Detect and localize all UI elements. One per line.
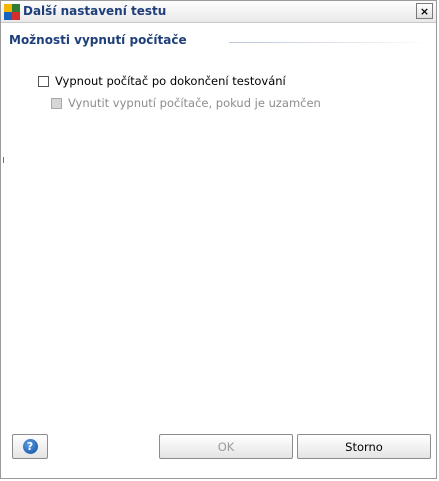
help-button[interactable]: ? xyxy=(12,434,48,459)
shutdown-option-label: Vypnout počítač po dokončení testování xyxy=(55,74,286,88)
app-logo-icon xyxy=(4,4,20,20)
force-shutdown-option: Vynutit vypnutí počítače, pokud je uzamč… xyxy=(51,96,321,110)
dialog-window: Další nastavení testu × Možnosti vypnutí… xyxy=(0,0,437,479)
cancel-button[interactable]: Storno xyxy=(297,434,431,459)
title-bar[interactable]: Další nastavení testu × xyxy=(1,1,436,23)
close-icon: × xyxy=(419,4,430,18)
close-button[interactable]: × xyxy=(416,3,433,19)
shutdown-checkbox[interactable] xyxy=(38,75,49,87)
help-question-icon: ? xyxy=(22,439,38,454)
force-shutdown-option-label: Vynutit vypnutí počítače, pokud je uzamč… xyxy=(68,96,321,110)
section-title: Možnosti vypnutí počítače xyxy=(9,33,187,47)
window-title: Další nastavení testu xyxy=(23,4,167,18)
section-divider xyxy=(229,42,429,43)
ok-button[interactable]: OK xyxy=(159,434,293,459)
force-shutdown-checkbox xyxy=(51,97,62,109)
shutdown-option[interactable]: Vypnout počítač po dokončení testování xyxy=(38,74,286,88)
resize-edge-mark xyxy=(3,157,4,163)
